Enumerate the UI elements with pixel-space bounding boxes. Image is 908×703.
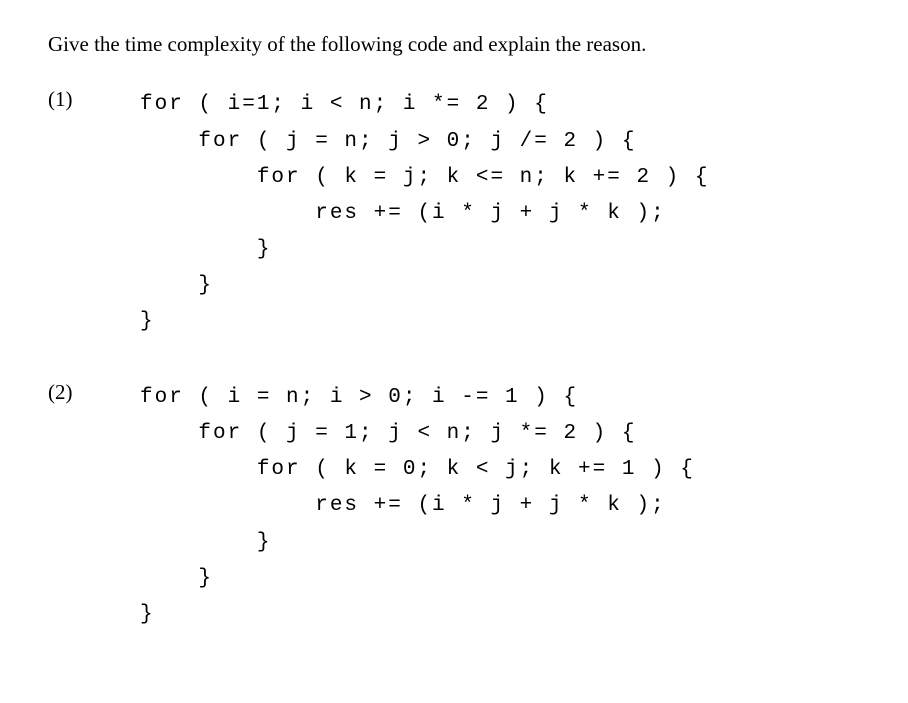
problem-1-code: for ( i=1; i < n; i *= 2 ) { for ( j = n… (140, 87, 709, 340)
problem-2-code: for ( i = n; i > 0; i -= 1 ) { for ( j =… (140, 380, 695, 633)
problem-2-number: (2) (48, 380, 140, 405)
question-prompt: Give the time complexity of the followin… (48, 30, 860, 59)
problem-1: (1) for ( i=1; i < n; i *= 2 ) { for ( j… (48, 87, 860, 340)
problem-2: (2) for ( i = n; i > 0; i -= 1 ) { for (… (48, 380, 860, 633)
problem-1-number: (1) (48, 87, 140, 112)
